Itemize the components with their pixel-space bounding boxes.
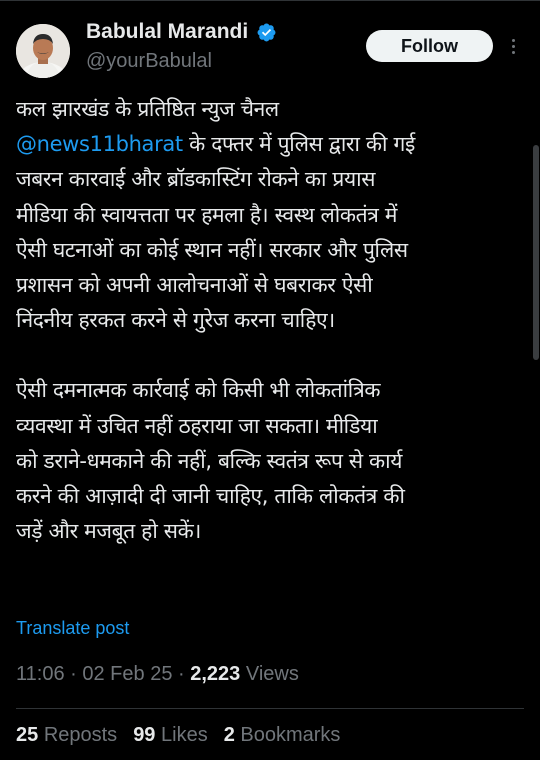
author-name-row: Babulal Marandi [86,20,277,44]
reposts-count: 25 [16,724,39,746]
likes-label: Likes [161,724,208,746]
avatar[interactable] [16,24,70,78]
likes-stat[interactable]: 99 Likes [133,724,208,747]
scrollbar-thumb[interactable] [533,145,539,360]
author-display-name[interactable]: Babulal Marandi [86,20,248,44]
more-dot [511,38,515,42]
mention-link[interactable]: @news11bharat [16,132,183,156]
engagement-stats: 25 Reposts 99 Likes 2 Bookmarks [16,724,340,747]
translate-post-link[interactable]: Translate post [16,618,129,639]
tweet-text: कल झारखंड के प्रतिष्ठित न्युज चैनल @news… [16,92,526,549]
follow-button[interactable]: Follow [366,30,493,62]
tweet-date[interactable]: 02 Feb 25 [82,663,172,685]
tweet-meta: 11:06 · 02 Feb 25 · 2,223 Views [16,663,299,686]
bookmarks-count: 2 [223,724,235,746]
meta-separator: · [178,663,185,685]
top-divider [0,0,540,1]
more-horizontal-icon[interactable] [505,32,521,60]
tweet-line: करने की आज़ादी दी जानी चाहिए, ताकि लोकतं… [16,484,405,509]
meta-separator: · [70,663,77,685]
tweet-time[interactable]: 11:06 [16,663,65,685]
tweet-line-rest: के दफ्तर में पुलिस द्वारा की गई [182,132,415,157]
tweet-line: ऐसी घटनाओं का कोई स्थान नहीं। सरकार और प… [16,237,408,262]
tweet-line: मीडिया की स्वायत्तता पर हमला है। स्वस्थ … [16,202,398,227]
stats-divider [16,708,524,709]
verified-badge-icon [257,23,276,41]
tweet-line: जबरन कारवाई और ब्रॉडकास्टिंग रोकने का प्… [16,167,376,192]
avatar-image [16,24,70,78]
tweet-line: प्रशासन को अपनी आलोचनाओं से घबराकर ऐसी [16,273,373,298]
reposts-stat[interactable]: 25 Reposts [16,724,117,747]
tweet-line: व्यवस्था में उचित नहीं ठहराया जा सकता। म… [16,413,378,438]
tweet-line: ऐसी दमनात्मक कार्रवाई को किसी भी लोकतांत… [16,378,381,403]
tweet-line: को डराने-धमकाने की नहीं, बल्कि स्वतंत्र … [16,448,403,473]
bookmarks-stat[interactable]: 2 Bookmarks [224,724,341,747]
tweet-line: निंदनीय हरकत करने से गुरेज करना चाहिए। [16,308,335,333]
tweet-line: @news11bharat के दफ्तर में पुलिस द्वारा … [16,127,526,162]
more-dot [511,44,515,48]
author-handle[interactable]: @yourBabulal [86,50,212,73]
views-label: Views [245,663,299,685]
reposts-label: Reposts [43,724,118,746]
likes-count: 99 [133,724,156,746]
tweet-line: जड़ें और मजबूत हो सकें। [16,519,201,544]
views-count: 2,223 [190,663,241,685]
tweet-line: कल झारखंड के प्रतिष्ठित न्युज चैनल [16,97,279,121]
bookmarks-label: Bookmarks [240,724,341,746]
more-dot [511,50,515,54]
